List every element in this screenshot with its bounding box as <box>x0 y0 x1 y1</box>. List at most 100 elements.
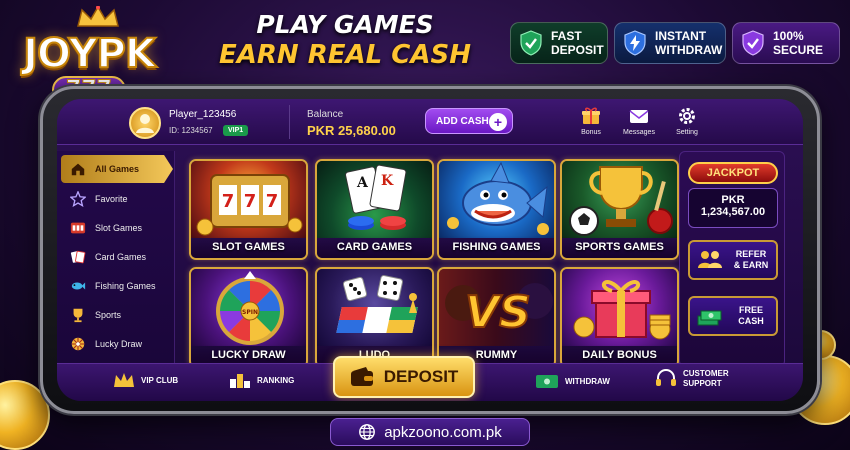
ranking-label: RANKING <box>257 375 295 385</box>
game-tile-slot-games[interactable]: 7 7 7 SLOT GAMES <box>189 159 308 260</box>
badge-secure: 100% SECURE <box>732 22 840 64</box>
envelope-icon <box>629 110 649 123</box>
badge-line-1: 100% <box>773 29 804 43</box>
sidebar-item-label: Card Games <box>95 252 147 262</box>
add-cash-button[interactable]: ADD CASH + <box>425 108 513 134</box>
website-url-badge: apkzoono.com.pk <box>330 418 530 446</box>
avatar[interactable] <box>129 107 161 139</box>
shield-bolt-icon <box>624 30 646 56</box>
svg-text:VS: VS <box>465 287 531 338</box>
jackpot-value: 1,234,567.00 <box>700 206 766 218</box>
bottom-nav: VIP CLUB RANKING DEPOSIT WITHDRAW CUSTOM… <box>57 356 803 401</box>
game-tile-fishing-games[interactable]: FISHING GAMES <box>437 159 556 260</box>
shield-check-icon <box>520 30 542 56</box>
badge-line-2: SECURE <box>773 43 824 57</box>
sidebar-item-card-games[interactable]: Card Games <box>61 243 173 271</box>
balance-value: PKR 25,680.00 <box>307 123 396 138</box>
globe-icon <box>359 424 376 440</box>
free-cash-button[interactable]: FREE CASH <box>688 296 778 336</box>
wallet-icon <box>350 367 373 386</box>
feature-badges: FAST DEPOSIT INSTANT WITHDRAW 100% SECURE <box>510 22 840 64</box>
headline-line-2: EARN REAL CASH <box>219 40 471 70</box>
trophy-icon <box>69 306 87 324</box>
sidebar-item-label: All Games <box>95 164 140 174</box>
refer-line-1: REFER <box>735 249 767 259</box>
bonus-label: Bonus <box>581 129 601 136</box>
wheel-icon <box>69 335 87 353</box>
game-tile-label: CARD GAMES <box>317 236 432 258</box>
slot-icon <box>69 219 87 237</box>
sidebar-item-fishing-games[interactable]: Fishing Games <box>61 272 173 300</box>
phone-frame: Player_123456 ID: 1234567 VIP1 Balance P… <box>40 86 820 414</box>
right-panel: JACKPOT PKR 1,234,567.00 REFER & EARN FRE… <box>679 151 785 367</box>
settings-label: Setting <box>676 129 698 136</box>
cash-stack-icon <box>697 310 722 326</box>
sidebar-item-label: Sports <box>95 310 122 320</box>
app-screen: Player_123456 ID: 1234567 VIP1 Balance P… <box>57 99 803 401</box>
sidebar-item-sports[interactable]: Sports <box>61 301 173 329</box>
game-tile-label: SLOT GAMES <box>191 236 306 258</box>
shark-icon <box>447 161 549 235</box>
ranking-button[interactable]: RANKING <box>229 372 294 388</box>
top-bar: Player_123456 ID: 1234567 VIP1 Balance P… <box>57 99 803 145</box>
sidebar-item-all-games[interactable]: All Games <box>61 155 173 183</box>
svg-text:K: K <box>381 173 394 189</box>
crown-icon <box>77 6 119 27</box>
fish-icon <box>69 277 87 295</box>
settings-button[interactable]: Setting <box>665 106 709 136</box>
logo-wordmark: JOYPK <box>22 30 157 78</box>
jackpot-amount-box: PKR 1,234,567.00 <box>688 188 778 228</box>
free-cash-line-1: FREE <box>738 305 763 315</box>
game-tile-daily-bonus[interactable]: DAILY BONUS <box>560 267 679 368</box>
game-tile-ludo[interactable]: LUDO <box>315 267 434 368</box>
refer-and-earn-button[interactable]: REFER & EARN <box>688 240 778 280</box>
messages-label: Messages <box>623 129 655 136</box>
badge-line-1: FAST <box>551 29 582 43</box>
shield-check-icon <box>742 30 764 56</box>
bonus-button[interactable]: Bonus <box>569 106 613 136</box>
playing-cards-icon: A K <box>345 164 407 230</box>
sidebar-item-label: Fishing Games <box>95 281 156 291</box>
gear-icon <box>679 108 695 124</box>
support-line-1: CUSTOMER <box>683 369 729 378</box>
badge-instant-withdraw: INSTANT WITHDRAW <box>614 22 726 64</box>
versus-icon: VS <box>445 283 553 339</box>
ludo-board-icon <box>336 275 418 333</box>
free-cash-line-2: CASH <box>738 316 764 326</box>
badge-line-2: WITHDRAW <box>655 43 723 57</box>
game-tile-card-games[interactable]: A K CARD GAMES <box>315 159 434 260</box>
support-line-2: SUPPORT <box>683 379 722 388</box>
withdraw-button[interactable]: WITHDRAW <box>535 372 610 390</box>
badge-line-2: DEPOSIT <box>551 43 604 57</box>
balance-label: Balance <box>307 109 344 120</box>
svg-text:SPIN: SPIN <box>242 309 258 316</box>
game-tile-lucky-draw[interactable]: SPIN LUCKY DRAW <box>189 267 308 368</box>
gift-icon <box>582 107 600 124</box>
withdraw-label: WITHDRAW <box>565 376 610 386</box>
vip-club-label: VIP CLUB <box>141 375 179 385</box>
game-tile-sports-games[interactable]: SPORTS GAMES <box>560 159 679 260</box>
deposit-button[interactable]: DEPOSIT <box>333 356 475 398</box>
sidebar-item-lucky-draw[interactable]: Lucky Draw <box>61 330 173 358</box>
messages-button[interactable]: Messages <box>617 106 661 136</box>
website-url: apkzoono.com.pk <box>384 423 502 441</box>
sidebar-item-slot-games[interactable]: Slot Games <box>61 214 173 242</box>
trophy-icon <box>569 166 673 236</box>
sidebar-item-favorite[interactable]: Favorite <box>61 185 173 213</box>
plus-icon: + <box>489 113 507 131</box>
cash-icon <box>536 375 558 388</box>
jackpot-currency: PKR <box>721 194 745 206</box>
sidebar-item-label: Lucky Draw <box>95 339 143 349</box>
home-icon <box>69 160 87 178</box>
jackpot-title: JACKPOT <box>688 162 778 184</box>
crown-icon <box>114 373 134 387</box>
sidebar: All Games Favorite Slot Games Card Games… <box>57 151 175 367</box>
vip-club-button[interactable]: VIP CLUB <box>113 372 178 388</box>
people-icon <box>698 251 722 268</box>
badge-fast-deposit: FAST DEPOSIT <box>510 22 608 64</box>
user-icon <box>136 114 154 133</box>
game-tile-rummy[interactable]: VS RUMMY <box>437 267 556 368</box>
badge-line-1: INSTANT <box>655 29 707 43</box>
customer-support-button[interactable]: CUSTOMER SUPPORT <box>655 369 729 389</box>
gift-box-icon <box>573 280 671 340</box>
